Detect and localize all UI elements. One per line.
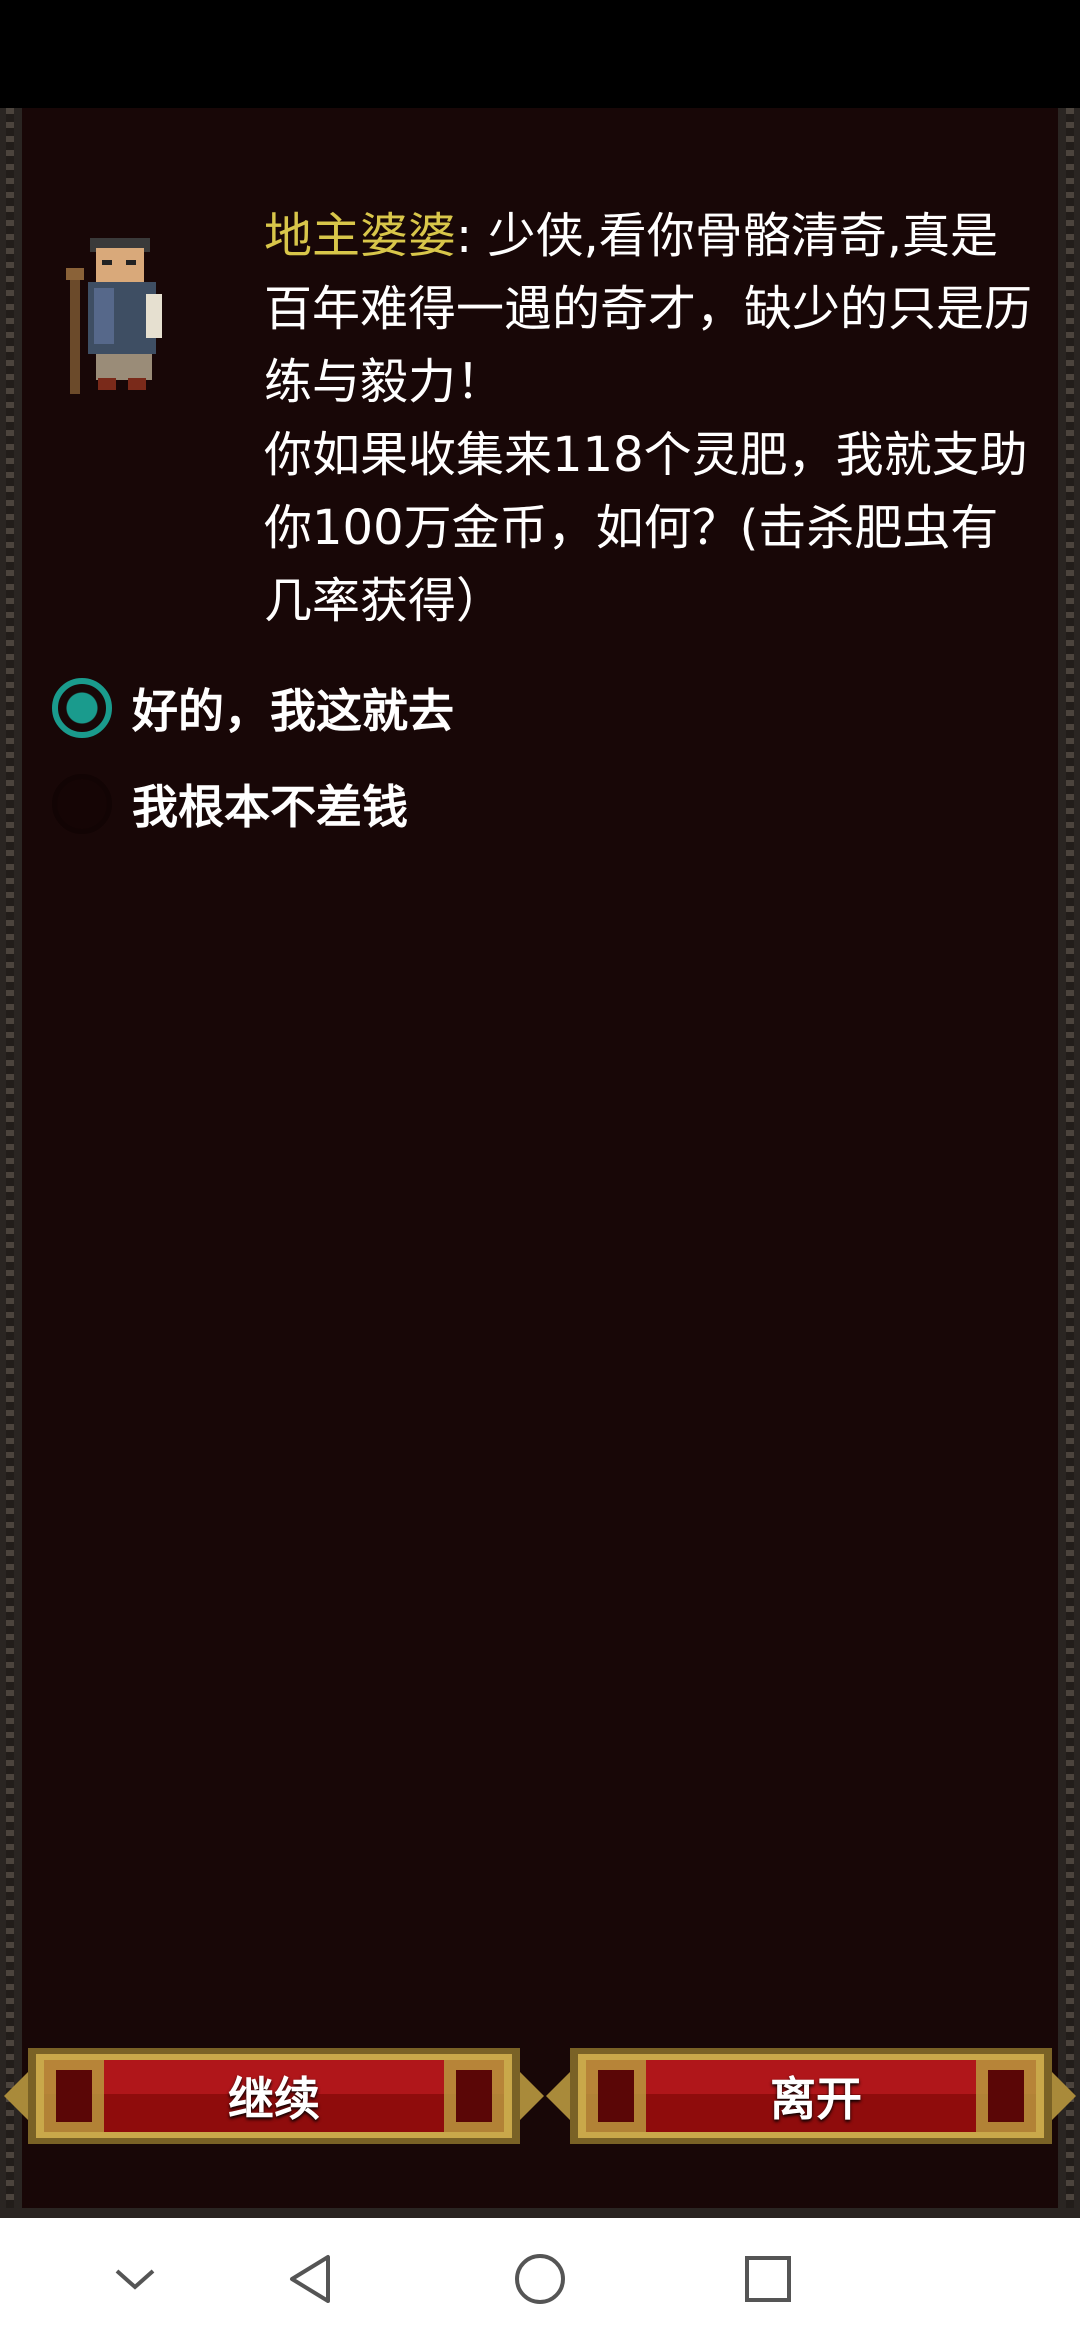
reply-options: 好的，我这就去 我根本不差钱	[52, 660, 1012, 852]
npc-dialog-text: 地主婆婆: 少侠,看你骨骼清奇,真是百年难得一遇的奇才，缺少的只是历练与毅力！ …	[264, 200, 1044, 638]
system-nav-bar	[0, 2218, 1080, 2340]
home-circle-icon	[515, 2254, 565, 2304]
leave-button-label: 离开	[770, 2072, 862, 2126]
option-decline-label: 我根本不差钱	[132, 780, 408, 834]
dialog-line-2: 你如果收集来118个灵肥，我就支助你100万金币，如何？(击杀肥虫有几率获得）	[264, 427, 1028, 629]
npc-portrait	[66, 238, 162, 394]
nav-down-button[interactable]	[75, 2218, 195, 2340]
continue-button-label: 继续	[228, 2072, 320, 2126]
nav-back-button[interactable]	[250, 2218, 370, 2340]
option-accept-label: 好的，我这就去	[132, 684, 454, 738]
chevron-down-icon	[115, 2269, 155, 2290]
nav-recent-button[interactable]	[708, 2218, 828, 2340]
radio-unchecked-icon[interactable]	[52, 774, 112, 834]
option-accept[interactable]: 好的，我这就去	[52, 660, 1012, 756]
npc-name: 地主婆婆	[264, 208, 457, 264]
option-decline[interactable]: 我根本不差钱	[52, 756, 1012, 852]
status-bar	[0, 0, 1080, 108]
radio-checked-icon[interactable]	[52, 678, 112, 738]
dialog-separator: :	[456, 208, 488, 264]
continue-button[interactable]: 继续	[4, 2040, 544, 2152]
nav-home-button[interactable]	[480, 2218, 600, 2340]
back-triangle-icon	[290, 2255, 330, 2303]
leave-button[interactable]: 离开	[546, 2040, 1080, 2152]
recent-square-icon	[745, 2256, 791, 2302]
